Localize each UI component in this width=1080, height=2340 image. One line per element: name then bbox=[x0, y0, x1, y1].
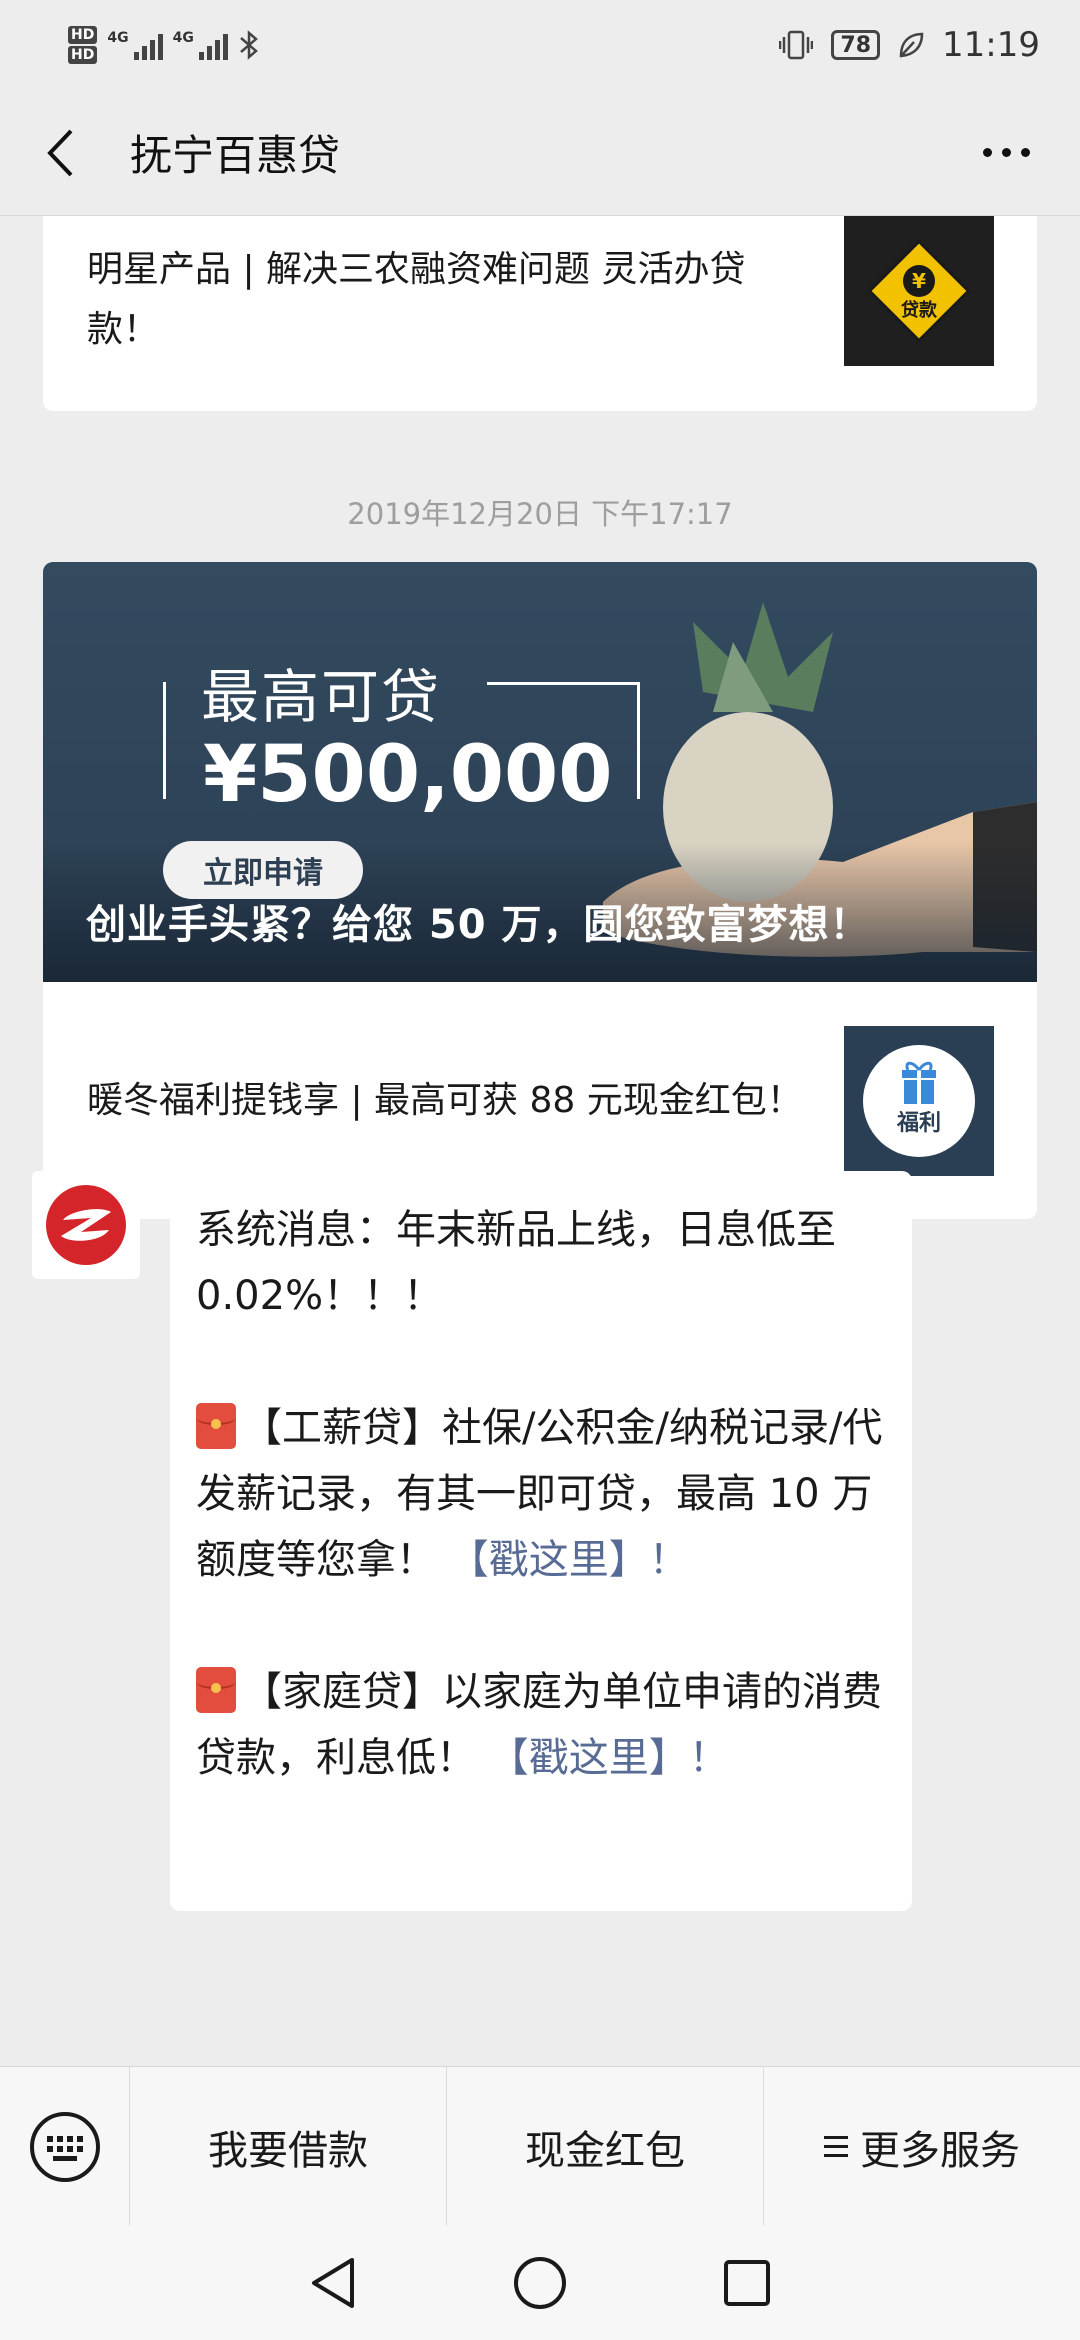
signal-icon-2: 4G bbox=[173, 30, 228, 60]
apply-now-button[interactable]: 立即申请 bbox=[163, 841, 363, 899]
gift-icon: 福利 bbox=[863, 1044, 975, 1157]
message-bubble[interactable]: 系统消息：年末新品上线，日息低至0.02%！！！ 【工薪贷】社保/公积金/纳税记… bbox=[170, 1171, 912, 1911]
network-label: 4G bbox=[107, 30, 129, 46]
chat-content[interactable]: 明星产品 | 解决三农融资难问题 灵活办贷款！ ¥ 贷款 2019年12月20日… bbox=[0, 216, 1080, 2066]
page-title: 抚宁百惠贷 bbox=[130, 131, 341, 180]
hd-indicator: HD HD bbox=[68, 26, 98, 64]
hd-badge-bottom: HD bbox=[68, 46, 98, 64]
loan-thumbnail: ¥ 贷款 bbox=[844, 216, 994, 366]
red-envelope-icon bbox=[196, 1403, 236, 1449]
banner-caption: 创业手头紧？给您 50 万，圆您致富梦想！ bbox=[86, 902, 871, 948]
battery-level: 78 bbox=[840, 32, 872, 58]
more-dots-icon bbox=[983, 148, 992, 157]
welfare-thumbnail: 福利 bbox=[844, 1025, 994, 1176]
status-left: HD HD 4G 4G bbox=[68, 26, 260, 64]
yen-symbol: ¥ bbox=[912, 269, 926, 293]
status-right: 78 11:19 bbox=[779, 25, 1040, 65]
bottom-menu: 我要借款 现金红包 更多服务 bbox=[0, 2066, 1080, 2227]
article-card-1-title: 明星产品 | 解决三农融资难问题 灵活办贷款！ bbox=[87, 249, 746, 350]
banner-subtitle: 最高可贷 bbox=[201, 663, 442, 731]
menu-more-services-label: 更多服务 bbox=[860, 2127, 1020, 2174]
circle-home-icon bbox=[513, 2257, 566, 2309]
menu-lines-icon bbox=[824, 2136, 848, 2157]
brand-logo-icon bbox=[46, 1185, 126, 1265]
menu-borrow[interactable]: 我要借款 bbox=[130, 2066, 447, 2227]
hd-badge-top: HD bbox=[68, 26, 98, 44]
menu-borrow-label: 我要借款 bbox=[208, 2127, 368, 2174]
timestamp-1: 2019年12月20日 下午17:17 bbox=[347, 497, 733, 531]
menu-cash-redpack[interactable]: 现金红包 bbox=[447, 2066, 764, 2227]
leaf-icon bbox=[899, 32, 924, 58]
banner-amount: ¥500,000 bbox=[203, 730, 613, 820]
keyboard-toggle-button[interactable] bbox=[0, 2066, 130, 2227]
network-label-2: 4G bbox=[172, 30, 194, 46]
nav-recents-button[interactable] bbox=[707, 2243, 787, 2323]
signal-icon: 4G bbox=[107, 30, 163, 60]
article-card-1[interactable]: 明星产品 | 解决三农融资难问题 灵活办贷款！ ¥ 贷款 bbox=[43, 216, 1037, 411]
triangle-back-icon bbox=[312, 2258, 355, 2308]
menu-more-services[interactable]: 更多服务 bbox=[764, 2067, 1080, 2227]
square-recents-icon bbox=[723, 2260, 770, 2306]
vibrate-icon bbox=[779, 30, 814, 60]
welfare-thumb-label: 福利 bbox=[896, 1111, 941, 1136]
message-item-2: 【家庭贷】以家庭为单位申请的消费贷款，利息低！ 【戳这里】！ bbox=[196, 1659, 886, 1791]
click-here-link-2[interactable]: 【戳这里】！ bbox=[489, 1735, 729, 1781]
back-button[interactable] bbox=[30, 123, 90, 183]
bluetooth-icon bbox=[239, 30, 258, 60]
chevron-left-icon bbox=[47, 129, 73, 176]
promo-banner[interactable]: 最高可贷 ¥500,000 立即申请 创业手头紧？给您 50 万，圆您致富梦想！ bbox=[43, 562, 1037, 982]
menu-cash-redpack-label: 现金红包 bbox=[525, 2127, 685, 2174]
system-nav-bar bbox=[0, 2226, 1080, 2340]
keyboard-icon bbox=[29, 2111, 100, 2182]
loan-sign-icon: ¥ 贷款 bbox=[867, 239, 971, 343]
clock: 11:19 bbox=[942, 25, 1040, 65]
title-bar: 抚宁百惠贷 bbox=[0, 90, 1080, 216]
loan-thumb-label: 贷款 bbox=[901, 299, 938, 321]
red-envelope-icon bbox=[196, 1667, 236, 1713]
battery-icon: 78 bbox=[831, 30, 881, 60]
article-card-2[interactable]: 最高可贷 ¥500,000 立即申请 创业手头紧？给您 50 万，圆您致富梦想！… bbox=[43, 562, 1037, 1219]
more-options-button[interactable] bbox=[963, 128, 1050, 177]
article-card-2-title: 暖冬福利提钱享 | 最高可获 88 元现金红包！ bbox=[87, 1079, 803, 1121]
message-intro: 系统消息：年末新品上线，日息低至0.02%！！！ bbox=[196, 1207, 836, 1319]
message-item-1: 【工薪贷】社保/公积金/纳税记录/代发薪记录，有其一即可贷，最高 10 万额度等… bbox=[196, 1395, 886, 1593]
nav-home-button[interactable] bbox=[500, 2243, 580, 2323]
status-bar: HD HD 4G 4G 78 11:19 bbox=[0, 0, 1080, 90]
click-here-link-1[interactable]: 【戳这里】！ bbox=[449, 1537, 689, 1583]
nav-back-button[interactable] bbox=[293, 2243, 373, 2323]
avatar[interactable] bbox=[32, 1171, 140, 1279]
